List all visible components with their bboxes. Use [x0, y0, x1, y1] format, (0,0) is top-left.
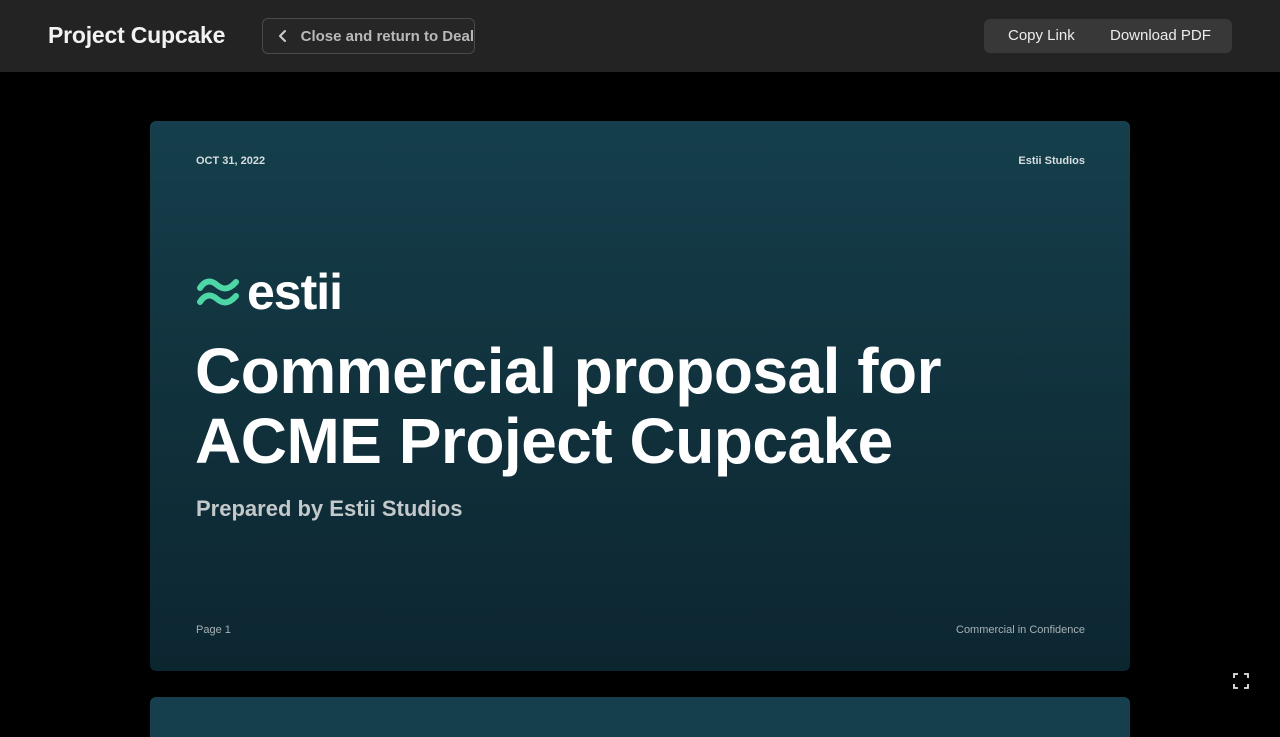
copy-link-button[interactable]: Copy Link — [1008, 27, 1075, 44]
app-title: Project Cupcake — [48, 22, 226, 48]
download-pdf-button[interactable]: Download PDF — [1110, 27, 1211, 44]
confidentiality-note: Commercial in Confidence — [956, 624, 1085, 636]
headline-line-1: Commercial proposal for — [195, 335, 942, 407]
close-return-to-deal-label: Close and return to Deal — [300, 27, 474, 45]
chevron-left-icon — [276, 28, 291, 44]
top-bar: Project Cupcake Close and return to Deal… — [0, 0, 1280, 72]
headline-line-2: ACME Project Cupcake — [195, 405, 893, 477]
estii-wordmark: estii — [247, 264, 343, 320]
proposal-date: OCT 31, 2022 — [196, 155, 266, 167]
proposal-slide-page-1: OCT 31, 2022 Estii Studios estii Commerc… — [150, 121, 1130, 671]
proposal-headline: Commercial proposal for ACME Project Cup… — [195, 336, 1075, 476]
proposal-company: Estii Studios — [1018, 155, 1085, 167]
share-actions-group: Copy Link Download PDF — [984, 19, 1232, 53]
fullscreen-icon[interactable] — [1232, 672, 1250, 690]
prepared-by: Prepared by Estii Studios — [196, 496, 463, 521]
proposal-slide-page-2 — [150, 697, 1130, 737]
estii-logo: estii — [197, 264, 343, 320]
estii-wave-logo-icon — [197, 278, 239, 306]
close-return-to-deal-button[interactable]: Close and return to Deal — [262, 18, 475, 54]
page-number: Page 1 — [196, 624, 231, 636]
